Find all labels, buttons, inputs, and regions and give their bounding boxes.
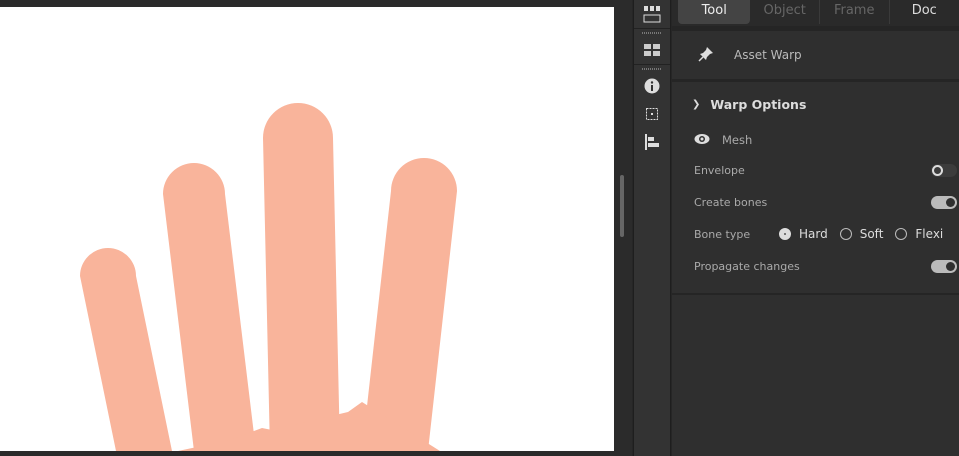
radio-hard[interactable]: Hard	[779, 227, 828, 241]
vertical-scrollbar[interactable]	[620, 175, 624, 237]
radio-button[interactable]	[779, 228, 791, 240]
tool-name: Asset Warp	[734, 48, 802, 62]
chevron-down-icon: ❯	[692, 98, 701, 110]
envelope-row: Envelope	[672, 154, 959, 186]
bone-type-label: Bone type	[694, 227, 751, 241]
tab-object[interactable]: Object	[750, 0, 820, 24]
align-icon[interactable]	[634, 128, 670, 156]
panel-icon-bar	[633, 0, 671, 456]
canvas-area	[0, 0, 632, 456]
propagate-row: Propagate changes	[672, 250, 959, 282]
panel-tabs: Tool Object Frame Doc	[672, 0, 959, 31]
bone-type-row: Bone type Hard Soft Flexi	[672, 218, 959, 250]
grip-handle[interactable]	[634, 28, 670, 36]
finger-4[interactable]	[362, 158, 457, 451]
mesh-row[interactable]: Mesh	[672, 126, 959, 154]
radio-label: Soft	[859, 227, 884, 241]
radio-label: Flexi	[915, 227, 944, 241]
finger-3[interactable]	[263, 103, 340, 451]
create-bones-label: Create bones	[694, 195, 768, 209]
tab-frame[interactable]: Frame	[820, 0, 890, 24]
info-icon[interactable]	[634, 72, 670, 100]
radio-flexi[interactable]: Flexi	[895, 227, 943, 241]
tab-tool[interactable]: Tool	[678, 0, 751, 24]
tab-doc[interactable]: Doc	[890, 0, 959, 24]
radio-button[interactable]	[839, 228, 852, 240]
radio-label: Hard	[799, 227, 828, 241]
envelope-label: Envelope	[694, 163, 745, 177]
eye-icon[interactable]	[694, 133, 710, 148]
grip-handle[interactable]	[634, 64, 670, 72]
radio-soft[interactable]: Soft	[839, 227, 884, 241]
section-title: Warp Options	[710, 96, 807, 112]
swatches-icon[interactable]	[634, 36, 670, 64]
propagate-toggle[interactable]	[931, 260, 957, 273]
propagate-label: Propagate changes	[694, 259, 800, 273]
envelope-toggle[interactable]	[931, 164, 957, 177]
create-bones-toggle[interactable]	[931, 196, 957, 209]
stage[interactable]	[0, 7, 614, 451]
library-icon[interactable]	[634, 0, 670, 28]
transform-icon[interactable]	[634, 100, 670, 128]
tool-header: Asset Warp	[672, 31, 959, 82]
properties-panel: Tool Object Frame Doc Asset Warp ❯ Warp O…	[672, 0, 959, 456]
warp-options-section: ❯ Warp Options Mesh Envelope Create bones…	[672, 82, 959, 295]
hand-artwork[interactable]	[0, 7, 614, 451]
warp-options-header[interactable]: ❯ Warp Options	[672, 82, 959, 126]
radio-button[interactable]	[895, 228, 908, 240]
create-bones-row: Create bones	[672, 186, 959, 218]
pin-icon	[698, 46, 714, 65]
finger-2[interactable]	[163, 163, 256, 451]
finger-1[interactable]	[80, 248, 172, 451]
mesh-label: Mesh	[722, 133, 753, 147]
